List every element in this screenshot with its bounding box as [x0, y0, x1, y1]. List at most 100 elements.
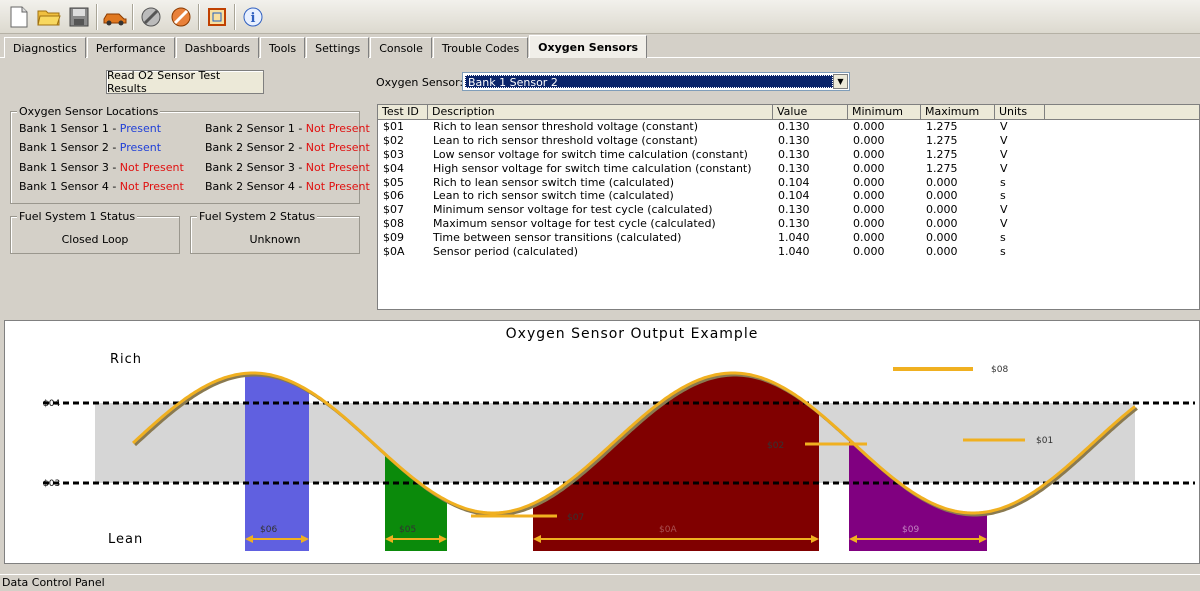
oxygen-sensor-selected-value: Bank 1 Sensor 2 — [465, 75, 833, 89]
table-cell: 0.000 — [853, 203, 885, 217]
table-cell: Low sensor voltage for switch time calcu… — [433, 147, 748, 161]
location-bank1-sensor3: Bank 1 Sensor 3 - Not Present — [19, 161, 184, 174]
table-cell: $0A — [383, 245, 405, 259]
location-bank2-sensor4: Bank 2 Sensor 4 - Not Present — [205, 180, 370, 193]
location-name: Bank 2 Sensor 4 — [205, 180, 295, 193]
toolbar-separator — [198, 3, 200, 30]
table-cell: Rich to lean sensor switch time (calcula… — [433, 175, 675, 189]
fuel-system-2-status: Unknown — [249, 233, 301, 246]
label-03: $03 — [43, 479, 60, 489]
info-icon[interactable]: i — [238, 2, 268, 32]
table-row[interactable]: $03 Low sensor voltage for switch time ca… — [378, 148, 1199, 162]
fuel-system-2-group: Fuel System 2 Status Unknown — [190, 210, 360, 254]
label-04: $04 — [43, 399, 60, 409]
location-bank1-sensor2: Bank 1 Sensor 2 - Present — [19, 141, 161, 154]
o2-output-diagram: Oxygen Sensor Output Example Rich Lean $… — [43, 326, 1195, 551]
connect-vehicle-icon[interactable] — [100, 2, 130, 32]
location-bank1-sensor1: Bank 1 Sensor 1 - Present — [19, 122, 161, 135]
location-separator: - — [108, 122, 120, 135]
save-icon[interactable] — [64, 2, 94, 32]
label-06: $06 — [260, 525, 277, 535]
table-cell: Rich to lean sensor threshold voltage (c… — [433, 120, 699, 133]
table-cell: 0.000 — [853, 231, 885, 245]
table-row[interactable]: $07 Minimum sensor voltage for test cycle… — [378, 203, 1199, 217]
table-cell: 0.104 — [778, 175, 810, 189]
table-cell: 1.275 — [926, 161, 958, 175]
location-status: Not Present — [305, 180, 370, 193]
table-cell: $09 — [383, 231, 404, 245]
col-header-units[interactable]: Units — [995, 105, 1045, 119]
tab-tools[interactable]: Tools — [259, 37, 306, 58]
location-status: Not Present — [305, 122, 370, 135]
table-cell: 0.000 — [926, 217, 958, 231]
table-cell: $04 — [383, 161, 404, 175]
table-cell: $08 — [383, 217, 404, 231]
table-cell: 0.000 — [853, 217, 885, 231]
location-name: Bank 2 Sensor 3 — [205, 161, 295, 174]
label-01: $01 — [1036, 436, 1053, 446]
tab-trouble-codes[interactable]: Trouble Codes — [432, 37, 529, 58]
table-row[interactable]: $08 Maximum sensor voltage for test cycle… — [378, 217, 1199, 231]
col-header-value[interactable]: Value — [773, 105, 848, 119]
table-cell: V — [1000, 133, 1008, 147]
table-cell: $03 — [383, 147, 404, 161]
tab-oxygen-sensors[interactable]: Oxygen Sensors — [529, 35, 648, 58]
table-cell: 0.000 — [926, 203, 958, 217]
chevron-down-icon[interactable]: ▼ — [833, 74, 848, 89]
location-bank2-sensor3: Bank 2 Sensor 3 - Not Present — [205, 161, 370, 174]
table-cell: V — [1000, 120, 1008, 133]
location-separator: - — [108, 180, 120, 193]
tab-console[interactable]: Console — [370, 37, 432, 58]
o2-output-diagram-panel: Oxygen Sensor Output Example Rich Lean $… — [4, 320, 1200, 564]
table-cell: $02 — [383, 133, 404, 147]
table-cell: s — [1000, 231, 1006, 245]
location-name: Bank 1 Sensor 4 — [19, 180, 109, 193]
table-row[interactable]: $0A Sensor period (calculated) 1.040 0.000 0… — [378, 245, 1199, 259]
new-file-icon[interactable] — [4, 2, 34, 32]
label-0A: $0A — [659, 525, 677, 535]
fuel-system-1-group: Fuel System 1 Status Closed Loop — [10, 210, 180, 254]
col-header-description[interactable]: Description — [428, 105, 773, 119]
rich-label: Rich — [110, 352, 142, 367]
table-row[interactable]: $04 High sensor voltage for switch time c… — [378, 162, 1199, 176]
table-row[interactable]: $01 Rich to lean sensor threshold voltage… — [378, 120, 1199, 134]
table-cell: 0.000 — [853, 120, 885, 133]
table-cell: s — [1000, 245, 1006, 259]
col-header-minimum[interactable]: Minimum — [848, 105, 921, 119]
location-status: Not Present — [119, 161, 184, 174]
tab-dashboards[interactable]: Dashboards — [175, 37, 259, 58]
table-cell: 1.275 — [926, 120, 958, 133]
disconnect-icon[interactable] — [136, 2, 166, 32]
oxygen-sensor-select[interactable]: Bank 1 Sensor 2 ▼ — [462, 72, 850, 91]
table-cell: $05 — [383, 175, 404, 189]
col-header-test-id[interactable]: Test ID — [378, 105, 428, 119]
table-cell: Sensor period (calculated) — [433, 245, 579, 259]
fuel-system-1-status: Closed Loop — [61, 233, 129, 246]
toolbar-separator — [234, 3, 236, 30]
results-table-body: $01 Rich to lean sensor threshold voltage… — [378, 120, 1199, 259]
table-cell: 0.000 — [926, 231, 958, 245]
location-separator: - — [108, 161, 120, 174]
table-row[interactable]: $05 Rich to lean sensor switch time (calc… — [378, 176, 1199, 190]
col-header-maximum[interactable]: Maximum — [921, 105, 995, 119]
table-row[interactable]: $06 Lean to rich sensor switch time (calc… — [378, 189, 1199, 203]
table-row[interactable]: $09 Time between sensor transitions (calc… — [378, 231, 1199, 245]
tab-settings[interactable]: Settings — [306, 37, 370, 58]
tab-diagnostics[interactable]: Diagnostics — [4, 37, 86, 58]
disconnect-hardware-icon[interactable] — [166, 2, 196, 32]
frame-settings-icon[interactable] — [202, 2, 232, 32]
main-tabs: Diagnostics Performance Dashboards Tools… — [0, 34, 1200, 58]
table-cell: V — [1000, 203, 1008, 217]
table-cell: $06 — [383, 189, 404, 203]
table-cell: 0.130 — [778, 147, 810, 161]
open-folder-icon[interactable] — [34, 2, 64, 32]
label-09: $09 — [902, 525, 919, 535]
table-cell: 1.275 — [926, 133, 958, 147]
table-row[interactable]: $02 Lean to rich sensor threshold voltage… — [378, 134, 1199, 148]
read-o2-results-button[interactable]: Read O2 Sensor Test Results — [106, 69, 264, 95]
results-table-header: Test ID Description Value Minimum Maximu… — [378, 105, 1199, 120]
table-cell: 0.130 — [778, 203, 810, 217]
table-cell: High sensor voltage for switch time calc… — [433, 161, 752, 175]
tab-performance[interactable]: Performance — [86, 37, 175, 58]
table-cell: Minimum sensor voltage for test cycle (c… — [433, 203, 713, 217]
